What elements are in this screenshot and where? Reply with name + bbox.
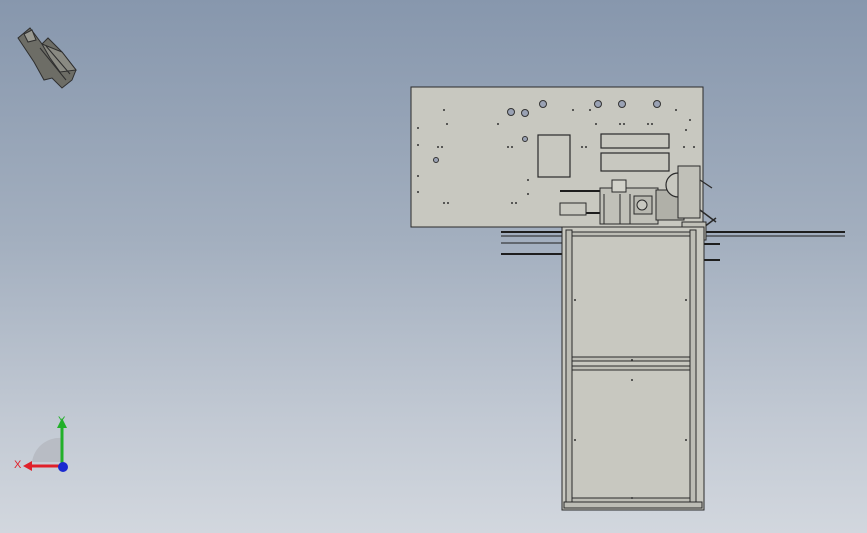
view-orientation-icon[interactable]: [17, 27, 77, 89]
axis-triad: Y X: [14, 415, 68, 472]
graphics-viewport[interactable]: Y X: [0, 0, 867, 533]
z-axis-dot: [58, 462, 68, 472]
base-frame: [561, 226, 705, 511]
x-axis-label: X: [14, 459, 22, 471]
model-canvas[interactable]: [0, 0, 867, 533]
y-axis-label: Y: [58, 415, 66, 427]
x-arrowhead: [23, 461, 32, 471]
